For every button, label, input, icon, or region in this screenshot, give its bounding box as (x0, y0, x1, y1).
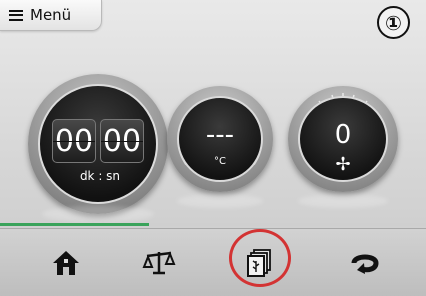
timer-minutes: 00 (52, 119, 96, 163)
highlight-ring (229, 229, 291, 287)
fan-dial[interactable]: 0 ✢ (288, 86, 398, 192)
nav-rotate-button[interactable] (335, 229, 395, 296)
nav-home-button[interactable] (36, 229, 96, 296)
progress-bar (0, 223, 426, 226)
menu-label: Menü (30, 6, 72, 24)
fan-icon: ✢ (335, 154, 351, 175)
nav-weight-button[interactable] (129, 229, 189, 296)
home-icon (53, 251, 79, 275)
timer-dial[interactable]: 00 00 dk : sn (28, 74, 168, 214)
temperature-unit: °C (214, 156, 226, 167)
timer-units-label: dk : sn (79, 169, 121, 183)
bottom-nav-bar (0, 228, 426, 296)
timer-face: 00 00 dk : sn (38, 84, 158, 204)
fan-level-value: 0 (334, 120, 352, 150)
fan-reflection (298, 194, 388, 208)
menu-button[interactable]: Menü (0, 0, 102, 31)
progress-fill (0, 223, 150, 226)
device-screen: Menü ① 00 00 dk : sn --- °C 0 ✢ (0, 0, 426, 296)
scale-icon (142, 251, 176, 275)
temperature-face: --- °C (177, 96, 263, 182)
fan-rotate-icon (351, 254, 379, 274)
timer-seconds: 00 (100, 119, 144, 163)
temperature-dial[interactable]: --- °C (167, 86, 273, 192)
timer-reflection (42, 206, 154, 222)
step-badge: ① (377, 6, 410, 39)
temperature-reflection (177, 194, 263, 208)
temperature-value: --- (205, 120, 235, 150)
hamburger-icon (9, 9, 23, 21)
fan-face: 0 ✢ (298, 96, 388, 182)
